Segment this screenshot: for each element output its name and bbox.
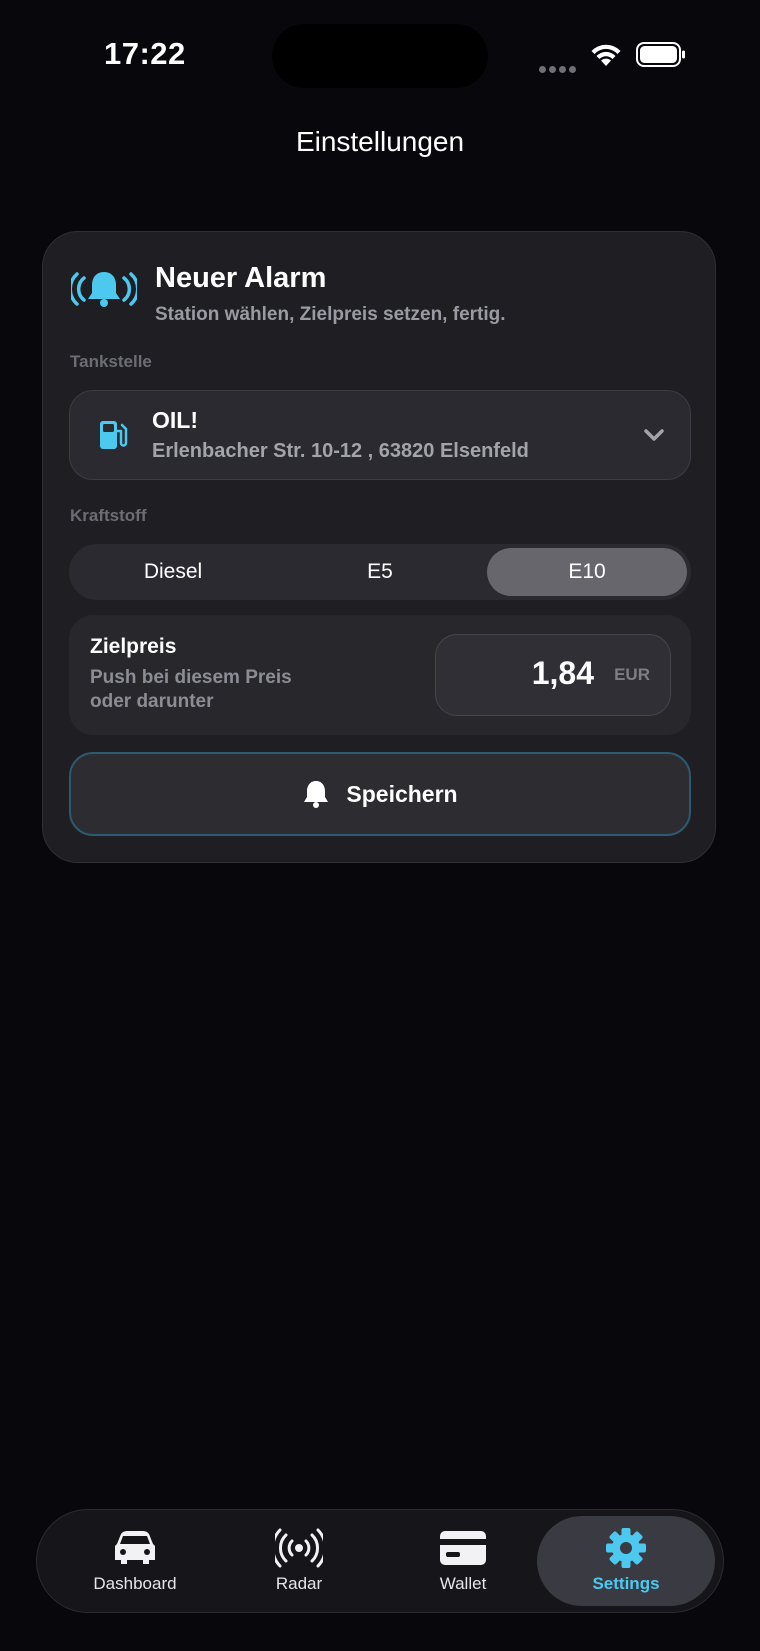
card-subtitle: Station wählen, Zielpreis setzen, fertig… — [155, 304, 506, 325]
target-price-section: Zielpreis Push bei diesem Preis oder dar… — [69, 615, 691, 735]
save-button-label: Speichern — [346, 780, 458, 807]
fuel-option-e5[interactable]: E5 — [280, 548, 480, 596]
tab-settings[interactable]: Settings — [537, 1516, 715, 1606]
save-button[interactable]: Speichern — [69, 752, 691, 836]
tab-wallet[interactable]: Wallet — [381, 1510, 545, 1612]
station-name: OIL! — [152, 407, 198, 433]
gear-icon — [606, 1528, 646, 1568]
fuel-option-e10[interactable]: E10 — [487, 548, 687, 596]
tab-wallet-label: Wallet — [439, 1574, 487, 1593]
fuel-option-diesel[interactable]: Diesel — [73, 548, 273, 596]
new-alarm-card: Neuer Alarm Station wählen, Zielpreis se… — [42, 231, 716, 863]
card-title: Neuer Alarm — [155, 262, 327, 294]
signal-dots-icon — [539, 60, 579, 78]
bell-icon — [304, 779, 331, 808]
status-bar: 17:22 — [0, 0, 760, 110]
fuel-type-selector: Diesel E5 E10 — [69, 544, 691, 600]
target-price-value: 1,84 — [531, 655, 594, 691]
station-picker[interactable]: OIL! Erlenbacher Str. 10-12 , 63820 Else… — [69, 390, 691, 480]
station-section-label: Tankstelle — [70, 352, 152, 371]
status-time: 17:22 — [104, 36, 186, 71]
car-icon — [115, 1531, 155, 1564]
bell-ringing-icon — [71, 272, 137, 307]
battery-icon — [636, 42, 685, 67]
dynamic-island — [272, 24, 488, 88]
target-price-input[interactable]: 1,84 EUR — [435, 634, 671, 716]
tab-dashboard-label: Dashboard — [93, 1574, 177, 1593]
fuel-section-label: Kraftstoff — [70, 506, 147, 525]
target-price-description: Push bei diesem Preis oder darunter — [90, 667, 292, 712]
tab-dashboard[interactable]: Dashboard — [53, 1510, 217, 1612]
wifi-icon — [591, 44, 621, 66]
chevron-down-icon — [644, 429, 664, 441]
tab-settings-label: Settings — [592, 1574, 660, 1593]
radar-icon — [275, 1528, 323, 1568]
fuel-pump-icon — [100, 421, 128, 449]
target-price-unit: EUR — [614, 665, 650, 684]
tab-bar: Dashboard Radar Wallet Settings — [36, 1509, 724, 1613]
target-price-title: Zielpreis — [90, 635, 177, 658]
tab-radar[interactable]: Radar — [217, 1510, 381, 1612]
wallet-icon — [440, 1531, 486, 1565]
station-address: Erlenbacher Str. 10-12 , 63820 Elsenfeld — [152, 440, 529, 462]
page-title: Einstellungen — [295, 126, 465, 157]
tab-radar-label: Radar — [275, 1574, 323, 1593]
